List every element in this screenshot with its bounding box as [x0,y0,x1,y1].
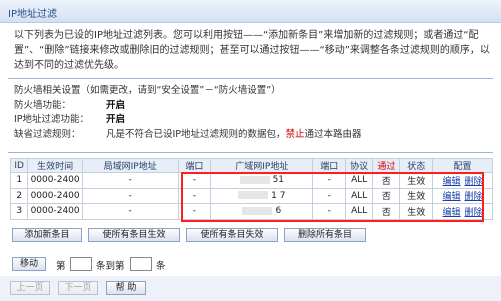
firewall-row: 防火墙功能： 开启 [14,99,362,114]
cell-port: - [177,203,212,220]
cell-lan-ip: - [81,187,179,204]
cell-wan-ip-text: 6 [275,206,282,217]
window-title: IP地址过滤 [8,9,57,20]
window-titlebar: IP地址过滤 [0,0,501,23]
cell-wan-ip: 6 [210,203,314,220]
redacted-block [242,206,273,215]
cell-pass: 否 [372,203,401,220]
default-rule-label: 缺省过滤规则： [14,128,81,140]
table-row: 3 0000-2400 - - 6 - ALL 否 生效 编辑 删除 [9,203,493,220]
default-rule-pre: 凡是不符合已设IP地址过滤规则的数据包， [106,128,286,140]
edit-link[interactable]: 编辑 [443,208,461,218]
cell-pass: 否 [372,172,401,189]
cell-id: 1 [9,172,29,189]
firewall-info: 防火墙相关设置（如需更改，请到“安全设置”－“防火墙设置”） 防火墙功能： 开启 … [14,84,362,142]
col-config: 配置 [432,158,493,173]
table-header-row: ID 生效时间 局域网IP地址 端口 广域网IP地址 端口 协议 通过 状态 配… [9,158,493,173]
enable-all-button[interactable]: 使所有条目生效 [88,228,180,242]
cell-id: 3 [9,203,29,220]
prev-page-button[interactable]: 上一页 [10,281,50,295]
cell-port: - [312,187,347,204]
cell-status: 生效 [399,172,434,189]
firewall-value: 开启 [106,99,126,111]
redacted-block [238,191,269,200]
default-rule-row: 缺省过滤规则： 凡是不符合已设IP地址过滤规则的数据包，禁止通过本路由器 [14,128,362,143]
redacted-block [239,175,270,184]
add-entry-button[interactable]: 添加新条目 [12,228,82,242]
cell-status: 生效 [399,203,434,220]
move-label-end: 条 [156,261,166,272]
divider [8,152,493,153]
cell-port: - [177,187,212,204]
col-wan-ip: 广域网IP地址 [210,158,314,173]
ipfilter-row: IP地址过滤功能： 开启 [14,113,362,128]
table-row: 2 0000-2400 - - 1 7 - ALL 否 生效 编辑 删除 [9,187,493,204]
col-time: 生效时间 [27,158,83,173]
cell-port: - [177,172,212,189]
col-port: 端口 [177,158,212,173]
col-id: ID [9,158,29,173]
disable-all-button[interactable]: 使所有条目失效 [186,228,278,242]
col-protocol: 协议 [345,158,374,173]
ipfilter-value: 开启 [106,114,126,125]
divider [8,78,493,79]
cell-wan-ip: 1 7 [210,187,314,204]
cell-wan-ip: 51 [210,172,314,189]
cell-wan-ip-text: 1 7 [271,190,286,201]
col-status: 状态 [399,158,434,173]
firewall-label: 防火墙功能： [14,99,72,111]
cell-id: 2 [9,187,29,204]
table-row: 1 0000-2400 - - 51 - ALL 否 生效 编辑 删除 [9,172,493,189]
default-rule-post: 通过本路由器 [304,128,362,140]
cell-wan-ip-text: 51 [272,175,285,186]
cell-status: 生效 [399,187,434,204]
cell-time: 0000-2400 [27,203,83,220]
edit-link[interactable]: 编辑 [443,192,461,202]
filter-rules-table: ID 生效时间 局域网IP地址 端口 广域网IP地址 端口 协议 通过 状态 配… [9,158,493,220]
cell-protocol: ALL [345,187,374,204]
col-lan-ip: 局域网IP地址 [81,158,179,173]
cell-config: 编辑 删除 [432,172,493,189]
cell-config: 编辑 删除 [432,203,493,220]
col-port: 端口 [312,158,347,173]
cell-port: - [312,172,347,189]
cell-pass: 否 [372,187,401,204]
description-text: 以下列表为已设的IP地址过滤列表。您可以利用按钮——“添加新条目”来增加新的过滤… [14,30,490,71]
move-label-to: 条到第 [96,261,125,272]
next-page-button[interactable]: 下一页 [58,281,98,295]
cell-protocol: ALL [345,172,374,189]
ipfilter-label: IP地址过滤功能： [14,114,90,125]
default-rule-deny: 禁止 [285,128,305,140]
move-to-input[interactable] [130,257,152,271]
cell-time: 0000-2400 [27,172,83,189]
cell-lan-ip: - [81,172,179,189]
edit-link[interactable]: 编辑 [443,177,461,187]
move-button[interactable]: 移动 [12,257,46,271]
move-from-input[interactable] [70,257,92,271]
firewall-settings-note: 防火墙相关设置（如需更改，请到“安全设置”－“防火墙设置”） [14,85,281,96]
delete-all-button[interactable]: 删除所有条目 [284,228,366,242]
col-pass: 通过 [372,158,401,173]
cell-config: 编辑 删除 [432,187,493,204]
cell-port: - [312,203,347,220]
cell-protocol: ALL [345,203,374,220]
help-button[interactable]: 帮 助 [106,281,146,295]
delete-link[interactable]: 删除 [465,208,483,218]
move-label-from: 第 [56,261,66,272]
cell-time: 0000-2400 [27,187,83,204]
cell-lan-ip: - [81,203,179,220]
delete-link[interactable]: 删除 [465,177,483,187]
delete-link[interactable]: 删除 [465,192,483,202]
